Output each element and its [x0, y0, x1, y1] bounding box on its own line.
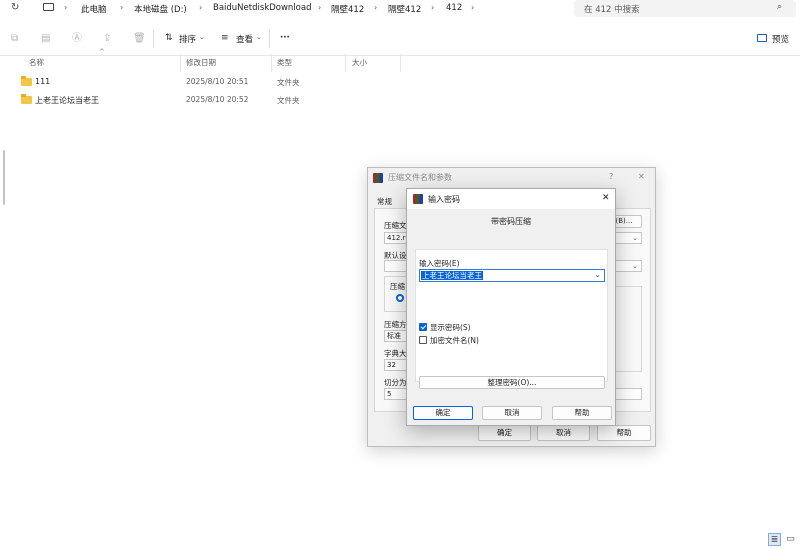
rar-radio[interactable]: [396, 294, 404, 302]
password-value: 上老王论坛当老王: [421, 271, 483, 280]
sort-button[interactable]: 排序: [179, 33, 196, 45]
show-password-label[interactable]: 显示密码(S): [430, 322, 471, 333]
file-row[interactable]: 上老王论坛当老王 2025/8/10 20:52 文件夹: [18, 93, 438, 109]
column-divider[interactable]: [271, 54, 272, 72]
file-type: 文件夹: [277, 96, 300, 105]
chevron-right-icon: ›: [199, 3, 203, 12]
password-dialog-titlebar: 输入密码 ✕: [407, 189, 615, 209]
chevron-down-icon: ⌄: [632, 262, 638, 270]
share-icon[interactable]: ⇪: [103, 34, 113, 44]
help-icon[interactable]: ?: [609, 172, 613, 181]
nav-scrollbar[interactable]: [3, 150, 5, 205]
encrypt-filenames-label[interactable]: 加密文件名(N): [430, 335, 479, 346]
preview-pane-icon: [757, 34, 767, 42]
file-name: 111: [35, 77, 51, 86]
organize-passwords-button[interactable]: 整理密码(O)...: [419, 376, 605, 389]
winrar-icon: [373, 173, 383, 183]
chevron-down-icon: ⌄: [199, 33, 205, 41]
chevron-down-icon: ⌄: [256, 33, 262, 41]
archive-format-label: 压缩: [390, 282, 405, 291]
encrypt-filenames-checkbox[interactable]: [419, 336, 427, 344]
chevron-right-icon: ›: [120, 3, 124, 12]
chevron-right-icon: ›: [431, 3, 435, 12]
archive-dialog-title: 压缩文件名和参数: [388, 173, 452, 182]
paste-icon[interactable]: ▤: [41, 34, 51, 44]
split-label: 切分为: [384, 378, 407, 387]
tab-general[interactable]: 常规: [377, 196, 392, 207]
column-divider[interactable]: [400, 54, 401, 72]
password-dialog-subtitle: 带密码压缩: [491, 217, 531, 226]
tiles-view-icon[interactable]: ▭: [784, 533, 797, 546]
column-header-name[interactable]: 名称: [29, 57, 44, 68]
rename-icon[interactable]: Ⓐ: [72, 34, 82, 44]
password-cancel-button[interactable]: 取消: [482, 406, 542, 420]
password-help-button[interactable]: 帮助: [552, 406, 612, 420]
details-view-icon[interactable]: ≣: [768, 533, 781, 546]
toolbar-divider: [269, 30, 270, 48]
archive-ok-button[interactable]: 确定: [478, 425, 531, 441]
delete-icon[interactable]: 🗑: [133, 34, 146, 44]
password-input[interactable]: 上老王论坛当老王 ⌄: [419, 269, 605, 282]
file-row[interactable]: 111 2025/8/10 20:51 文件夹: [18, 75, 438, 91]
computer-icon: [43, 3, 54, 11]
command-bar: ⧉ ▤ Ⓐ ⇪ 🗑 ⇅ 排序 ⌄ ≡ 查看 ⌄ ··· 预览: [0, 22, 800, 56]
archive-name-label: 压缩文: [384, 221, 407, 230]
column-divider[interactable]: [180, 54, 181, 72]
column-header-type[interactable]: 类型: [277, 57, 292, 68]
close-icon[interactable]: ✕: [638, 172, 645, 181]
breadcrumb-412[interactable]: 412: [446, 3, 462, 13]
password-ok-button[interactable]: 确定: [413, 406, 473, 420]
dict-size-label: 字典大: [384, 349, 407, 358]
chevron-right-icon: ›: [318, 3, 322, 12]
toolbar-divider: [153, 30, 154, 48]
password-dialog-title: 输入密码: [428, 195, 460, 204]
chevron-right-icon: ›: [374, 3, 378, 12]
sort-icon: ⇅: [165, 33, 173, 43]
file-name: 上老王论坛当老王: [35, 96, 99, 105]
copy-icon[interactable]: ⧉: [11, 34, 21, 44]
show-password-checkbox[interactable]: [419, 323, 427, 331]
file-type: 文件夹: [277, 78, 300, 87]
file-date: 2025/8/10 20:52: [186, 95, 249, 104]
search-icon: ⌕: [777, 2, 783, 12]
chevron-right-icon: ›: [471, 3, 475, 12]
column-divider[interactable]: [345, 54, 346, 72]
winrar-icon: [413, 194, 423, 204]
sort-arrow-icon: ^: [99, 48, 105, 56]
breadcrumb-local-disk-d[interactable]: 本地磁盘 (D:): [134, 3, 187, 15]
chevron-down-icon[interactable]: ⌄: [594, 270, 601, 279]
refresh-icon[interactable]: ↻: [11, 2, 19, 13]
view-button[interactable]: 查看: [236, 33, 253, 45]
search-box[interactable]: 在 412 中搜索 ⌕: [574, 0, 796, 17]
search-placeholder: 在 412 中搜索: [584, 5, 640, 15]
more-options-button[interactable]: ···: [280, 33, 290, 43]
breadcrumb-this-pc[interactable]: 此电脑: [81, 3, 107, 15]
archive-cancel-button[interactable]: 取消: [537, 425, 590, 441]
column-header-size[interactable]: 大小: [352, 57, 367, 68]
address-bar: ↻ › 此电脑 › 本地磁盘 (D:) › BaiduNetdiskDownlo…: [0, 0, 800, 18]
chevron-down-icon: ⌄: [632, 234, 638, 242]
folder-icon: [21, 94, 32, 104]
breadcrumb-geibi412-1[interactable]: 隔壁412: [331, 3, 364, 15]
enter-password-dialog: 输入密码 ✕ 带密码压缩 输入密码(E) 显示密码(S) 加密文件名(N) 整理…: [406, 188, 616, 426]
folder-icon: [21, 76, 32, 86]
preview-button[interactable]: 预览: [772, 33, 789, 45]
breadcrumb-geibi412-2[interactable]: 隔壁412: [388, 3, 421, 15]
method-label: 压缩方: [384, 320, 407, 329]
breadcrumb-baidunetdiskdownload[interactable]: BaiduNetdiskDownload: [213, 3, 311, 13]
enter-password-label: 输入密码(E): [419, 259, 460, 268]
view-icon: ≡: [221, 33, 229, 43]
archive-help-button[interactable]: 帮助: [597, 425, 651, 441]
file-date: 2025/8/10 20:51: [186, 77, 249, 86]
column-header-date[interactable]: 修改日期: [186, 57, 216, 68]
close-icon[interactable]: ✕: [602, 193, 610, 203]
chevron-right-icon: ›: [64, 3, 68, 12]
